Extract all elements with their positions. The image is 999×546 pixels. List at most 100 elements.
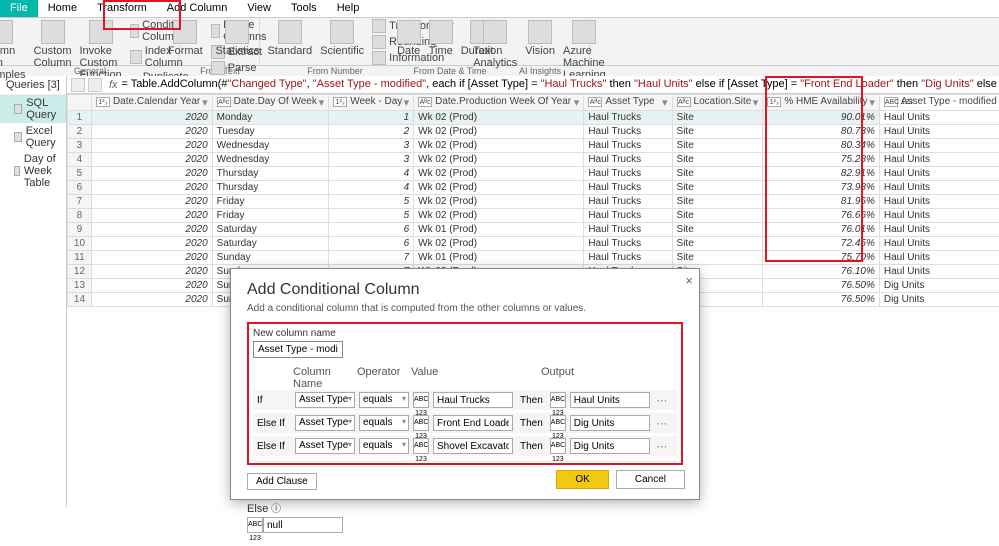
- menu-help[interactable]: Help: [327, 0, 370, 17]
- table-cell[interactable]: Haul Units: [879, 265, 999, 279]
- output-input[interactable]: [570, 392, 650, 408]
- table-cell[interactable]: Wk 02 (Prod): [414, 195, 584, 209]
- table-cell[interactable]: Haul Trucks: [584, 111, 672, 125]
- value-type-picker[interactable]: ABC 123: [413, 438, 429, 454]
- menu-tools[interactable]: Tools: [281, 0, 327, 17]
- table-cell[interactable]: Wk 01 (Prod): [414, 223, 584, 237]
- row-number[interactable]: 10: [67, 237, 91, 251]
- ok-button[interactable]: OK: [556, 470, 608, 489]
- table-cell[interactable]: 2020: [91, 125, 212, 139]
- new-col-name-input[interactable]: [253, 341, 343, 358]
- table-cell[interactable]: 2020: [91, 195, 212, 209]
- more-icon[interactable]: ⋯: [654, 440, 670, 453]
- check-icon[interactable]: [88, 78, 102, 92]
- table-cell[interactable]: Wednesday: [212, 139, 329, 153]
- column-select[interactable]: Asset Type: [295, 392, 355, 408]
- menu-home[interactable]: Home: [38, 0, 87, 17]
- row-number[interactable]: 1: [67, 111, 91, 125]
- table-cell[interactable]: Haul Units: [879, 153, 999, 167]
- row-number[interactable]: 11: [67, 251, 91, 265]
- formula-text[interactable]: = Table.AddColumn(#"Changed Type", "Asse…: [122, 78, 999, 91]
- table-cell[interactable]: Site: [672, 181, 763, 195]
- table-cell[interactable]: Haul Units: [879, 237, 999, 251]
- value-type-picker[interactable]: ABC 123: [413, 392, 429, 408]
- time-button[interactable]: Time: [425, 18, 457, 59]
- table-cell[interactable]: 72.45%: [763, 237, 880, 251]
- table-cell[interactable]: Friday: [212, 195, 329, 209]
- cancel-button[interactable]: Cancel: [616, 470, 685, 489]
- table-cell[interactable]: Haul Trucks: [584, 139, 672, 153]
- table-cell[interactable]: 75.70%: [763, 251, 880, 265]
- table-cell[interactable]: Tuesday: [212, 125, 329, 139]
- table-cell[interactable]: 2020: [91, 153, 212, 167]
- table-cell[interactable]: Haul Trucks: [584, 181, 672, 195]
- output-input[interactable]: [570, 415, 650, 431]
- table-cell[interactable]: 82.91%: [763, 167, 880, 181]
- row-number[interactable]: 5: [67, 167, 91, 181]
- else-value-input[interactable]: [263, 517, 343, 533]
- menu-file[interactable]: File: [0, 0, 38, 17]
- table-cell[interactable]: 76.66%: [763, 209, 880, 223]
- else-type-picker[interactable]: ABC 123: [247, 517, 263, 533]
- table-cell[interactable]: 2020: [91, 209, 212, 223]
- value-input[interactable]: [433, 392, 513, 408]
- column-header[interactable]: AᴮcLocation.Site▾: [672, 95, 763, 111]
- add-clause-button[interactable]: Add Clause: [247, 473, 317, 490]
- row-number[interactable]: 12: [67, 265, 91, 279]
- table-cell[interactable]: 2020: [91, 279, 212, 293]
- operator-select[interactable]: equals: [359, 438, 409, 454]
- column-header[interactable]: 1²₃% HME Availability▾: [763, 95, 880, 111]
- more-icon[interactable]: ⋯: [654, 394, 670, 407]
- table-cell[interactable]: 3: [329, 153, 414, 167]
- operator-select[interactable]: equals: [359, 415, 409, 431]
- column-header[interactable]: [67, 95, 91, 111]
- query-dow[interactable]: Day of Week Table: [0, 151, 66, 191]
- table-cell[interactable]: 4: [329, 181, 414, 195]
- table-cell[interactable]: 73.98%: [763, 181, 880, 195]
- table-cell[interactable]: Sunday: [212, 251, 329, 265]
- table-cell[interactable]: 3: [329, 139, 414, 153]
- table-cell[interactable]: Haul Trucks: [584, 237, 672, 251]
- table-cell[interactable]: 76.50%: [763, 293, 880, 307]
- col-from-examples-button[interactable]: Column From Examples: [0, 18, 30, 96]
- table-cell[interactable]: Wk 02 (Prod): [414, 209, 584, 223]
- scientific-button[interactable]: Scientific: [316, 18, 368, 66]
- table-cell[interactable]: Wk 02 (Prod): [414, 167, 584, 181]
- table-cell[interactable]: Site: [672, 153, 763, 167]
- table-cell[interactable]: Haul Trucks: [584, 209, 672, 223]
- table-cell[interactable]: Saturday: [212, 237, 329, 251]
- table-cell[interactable]: 5: [329, 195, 414, 209]
- menu-add-column[interactable]: Add Column: [157, 0, 238, 17]
- table-cell[interactable]: Haul Trucks: [584, 195, 672, 209]
- table-cell[interactable]: Site: [672, 237, 763, 251]
- table-cell[interactable]: 6: [329, 237, 414, 251]
- table-cell[interactable]: Saturday: [212, 223, 329, 237]
- table-cell[interactable]: Site: [672, 251, 763, 265]
- table-cell[interactable]: Site: [672, 209, 763, 223]
- query-excel[interactable]: Excel Query: [0, 123, 66, 151]
- table-cell[interactable]: Haul Trucks: [584, 251, 672, 265]
- table-cell[interactable]: Haul Units: [879, 167, 999, 181]
- value-input[interactable]: [433, 438, 513, 454]
- table-cell[interactable]: 7: [329, 251, 414, 265]
- row-number[interactable]: 3: [67, 139, 91, 153]
- table-cell[interactable]: 81.96%: [763, 195, 880, 209]
- table-cell[interactable]: Haul Units: [879, 139, 999, 153]
- value-input[interactable]: [433, 415, 513, 431]
- menu-view[interactable]: View: [237, 0, 281, 17]
- date-button[interactable]: Date: [393, 18, 425, 59]
- table-cell[interactable]: 2: [329, 125, 414, 139]
- table-cell[interactable]: Site: [672, 125, 763, 139]
- standard-button[interactable]: Standard: [263, 18, 316, 66]
- format-button[interactable]: Format: [164, 18, 207, 76]
- value-type-picker[interactable]: ABC 123: [413, 415, 429, 431]
- statistics-button[interactable]: Statistics: [211, 18, 263, 66]
- column-header[interactable]: 1²₃Week - Day▾: [329, 95, 414, 111]
- column-select[interactable]: Asset Type: [295, 438, 355, 454]
- table-cell[interactable]: 2020: [91, 293, 212, 307]
- column-header[interactable]: AᴮcAsset Type▾: [584, 95, 672, 111]
- table-cell[interactable]: 75.28%: [763, 153, 880, 167]
- column-header[interactable]: 1²₃Date.Calendar Year▾: [91, 95, 212, 111]
- table-cell[interactable]: 76.01%: [763, 223, 880, 237]
- table-cell[interactable]: Haul Units: [879, 125, 999, 139]
